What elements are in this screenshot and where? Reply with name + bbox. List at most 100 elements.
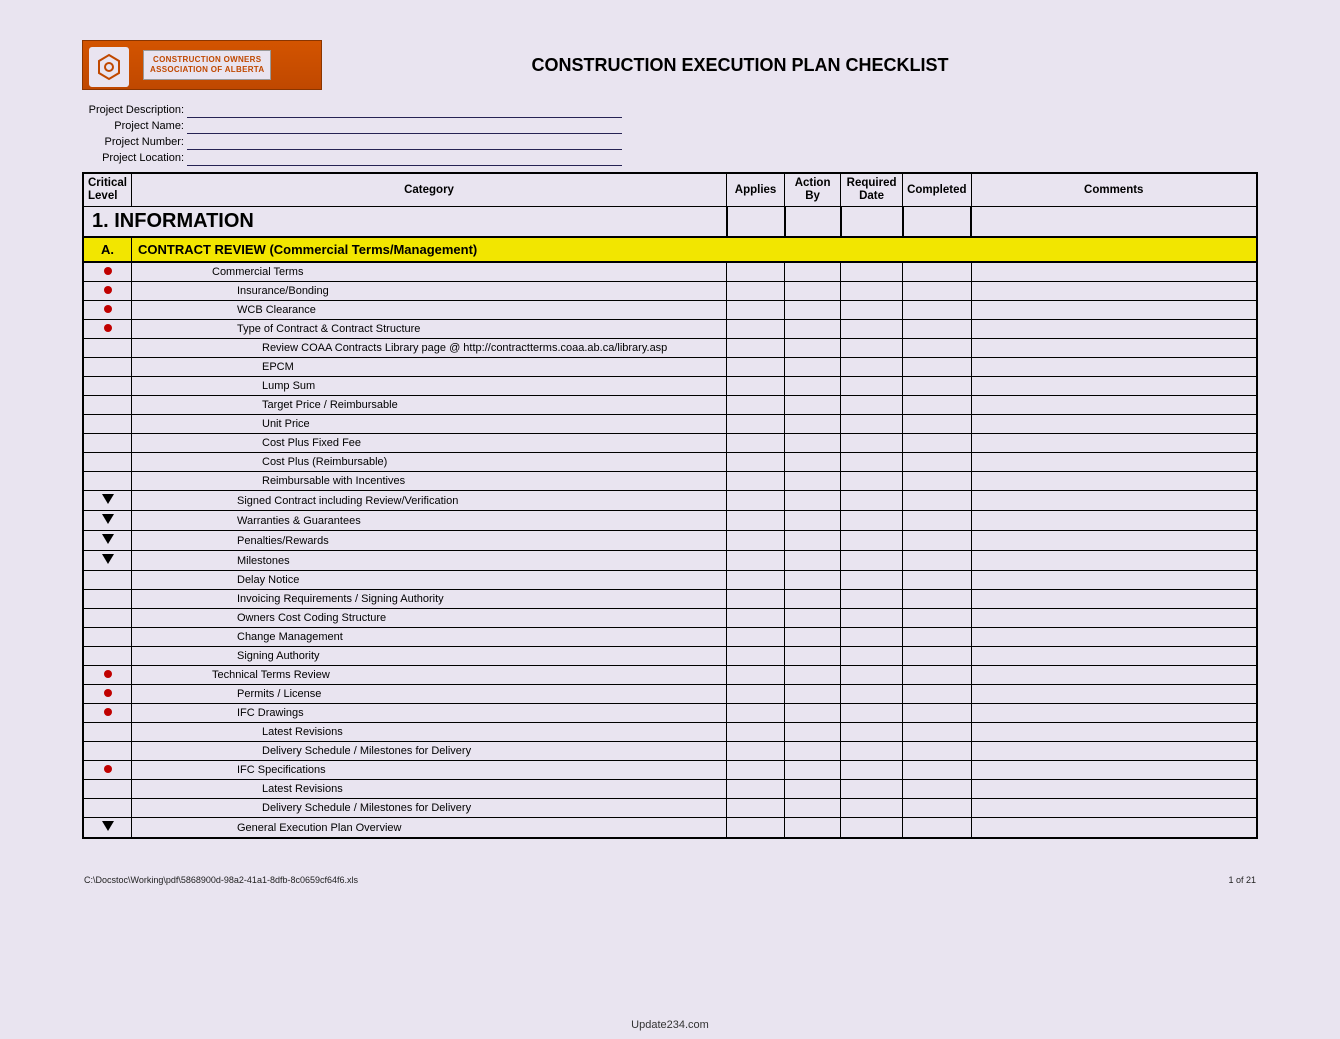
- meta-input-line[interactable]: [187, 136, 622, 150]
- blank-cell[interactable]: [903, 742, 971, 761]
- blank-cell[interactable]: [785, 358, 841, 377]
- blank-cell[interactable]: [971, 282, 1257, 301]
- blank-cell[interactable]: [785, 396, 841, 415]
- blank-cell[interactable]: [971, 415, 1257, 434]
- blank-cell[interactable]: [841, 358, 903, 377]
- blank-cell[interactable]: [971, 262, 1257, 282]
- blank-cell[interactable]: [971, 472, 1257, 491]
- blank-cell[interactable]: [903, 434, 971, 453]
- blank-cell[interactable]: [971, 301, 1257, 320]
- blank-cell[interactable]: [727, 320, 785, 339]
- blank-cell[interactable]: [727, 799, 785, 818]
- blank-cell[interactable]: [727, 628, 785, 647]
- blank-cell[interactable]: [841, 453, 903, 472]
- blank-cell[interactable]: [903, 723, 971, 742]
- blank-cell[interactable]: [903, 453, 971, 472]
- blank-cell[interactable]: [841, 780, 903, 799]
- blank-cell[interactable]: [841, 609, 903, 628]
- blank-cell[interactable]: [785, 780, 841, 799]
- blank-cell[interactable]: [785, 818, 841, 839]
- blank-cell[interactable]: [903, 551, 971, 571]
- blank-cell[interactable]: [971, 511, 1257, 531]
- blank-cell[interactable]: [841, 320, 903, 339]
- blank-cell[interactable]: [785, 511, 841, 531]
- blank-cell[interactable]: [785, 799, 841, 818]
- blank-cell[interactable]: [727, 590, 785, 609]
- blank-cell[interactable]: [841, 571, 903, 590]
- blank-cell[interactable]: [785, 685, 841, 704]
- blank-cell[interactable]: [727, 647, 785, 666]
- blank-cell[interactable]: [971, 723, 1257, 742]
- blank-cell[interactable]: [971, 628, 1257, 647]
- blank-cell[interactable]: [785, 320, 841, 339]
- blank-cell[interactable]: [727, 685, 785, 704]
- blank-cell[interactable]: [785, 628, 841, 647]
- blank-cell[interactable]: [841, 301, 903, 320]
- blank-cell[interactable]: [971, 434, 1257, 453]
- blank-cell[interactable]: [841, 647, 903, 666]
- blank-cell[interactable]: [727, 723, 785, 742]
- blank-cell[interactable]: [727, 339, 785, 358]
- blank-cell[interactable]: [841, 434, 903, 453]
- blank-cell[interactable]: [841, 551, 903, 571]
- blank-cell[interactable]: [971, 799, 1257, 818]
- blank-cell[interactable]: [971, 609, 1257, 628]
- blank-cell[interactable]: [727, 511, 785, 531]
- blank-cell[interactable]: [727, 377, 785, 396]
- blank-cell[interactable]: [727, 301, 785, 320]
- blank-cell[interactable]: [903, 666, 971, 685]
- blank-cell[interactable]: [903, 339, 971, 358]
- blank-cell[interactable]: [785, 551, 841, 571]
- blank-cell[interactable]: [971, 320, 1257, 339]
- blank-cell[interactable]: [903, 301, 971, 320]
- blank-cell[interactable]: [727, 818, 785, 839]
- blank-cell[interactable]: [841, 761, 903, 780]
- blank-cell[interactable]: [841, 799, 903, 818]
- blank-cell[interactable]: [903, 358, 971, 377]
- blank-cell[interactable]: [903, 571, 971, 590]
- blank-cell[interactable]: [727, 704, 785, 723]
- blank-cell[interactable]: [785, 262, 841, 282]
- blank-cell[interactable]: [971, 396, 1257, 415]
- blank-cell[interactable]: [903, 320, 971, 339]
- blank-cell[interactable]: [785, 609, 841, 628]
- blank-cell[interactable]: [727, 434, 785, 453]
- blank-cell[interactable]: [785, 531, 841, 551]
- blank-cell[interactable]: [841, 531, 903, 551]
- blank-cell[interactable]: [785, 761, 841, 780]
- blank-cell[interactable]: [903, 647, 971, 666]
- blank-cell[interactable]: [841, 723, 903, 742]
- blank-cell[interactable]: [727, 453, 785, 472]
- blank-cell[interactable]: [785, 571, 841, 590]
- blank-cell[interactable]: [841, 590, 903, 609]
- blank-cell[interactable]: [971, 647, 1257, 666]
- blank-cell[interactable]: [903, 511, 971, 531]
- blank-cell[interactable]: [903, 780, 971, 799]
- blank-cell[interactable]: [903, 818, 971, 839]
- blank-cell[interactable]: [841, 339, 903, 358]
- blank-cell[interactable]: [841, 742, 903, 761]
- blank-cell[interactable]: [841, 396, 903, 415]
- blank-cell[interactable]: [971, 358, 1257, 377]
- blank-cell[interactable]: [841, 472, 903, 491]
- blank-cell[interactable]: [727, 415, 785, 434]
- blank-cell[interactable]: [785, 301, 841, 320]
- blank-cell[interactable]: [903, 415, 971, 434]
- blank-cell[interactable]: [971, 453, 1257, 472]
- blank-cell[interactable]: [971, 704, 1257, 723]
- meta-input-line[interactable]: [187, 104, 622, 118]
- blank-cell[interactable]: [785, 704, 841, 723]
- blank-cell[interactable]: [841, 704, 903, 723]
- blank-cell[interactable]: [971, 666, 1257, 685]
- blank-cell[interactable]: [727, 780, 785, 799]
- blank-cell[interactable]: [727, 531, 785, 551]
- blank-cell[interactable]: [841, 415, 903, 434]
- blank-cell[interactable]: [903, 609, 971, 628]
- blank-cell[interactable]: [841, 685, 903, 704]
- blank-cell[interactable]: [785, 590, 841, 609]
- blank-cell[interactable]: [785, 472, 841, 491]
- meta-input-line[interactable]: [187, 152, 622, 166]
- blank-cell[interactable]: [841, 628, 903, 647]
- blank-cell[interactable]: [971, 571, 1257, 590]
- blank-cell[interactable]: [727, 571, 785, 590]
